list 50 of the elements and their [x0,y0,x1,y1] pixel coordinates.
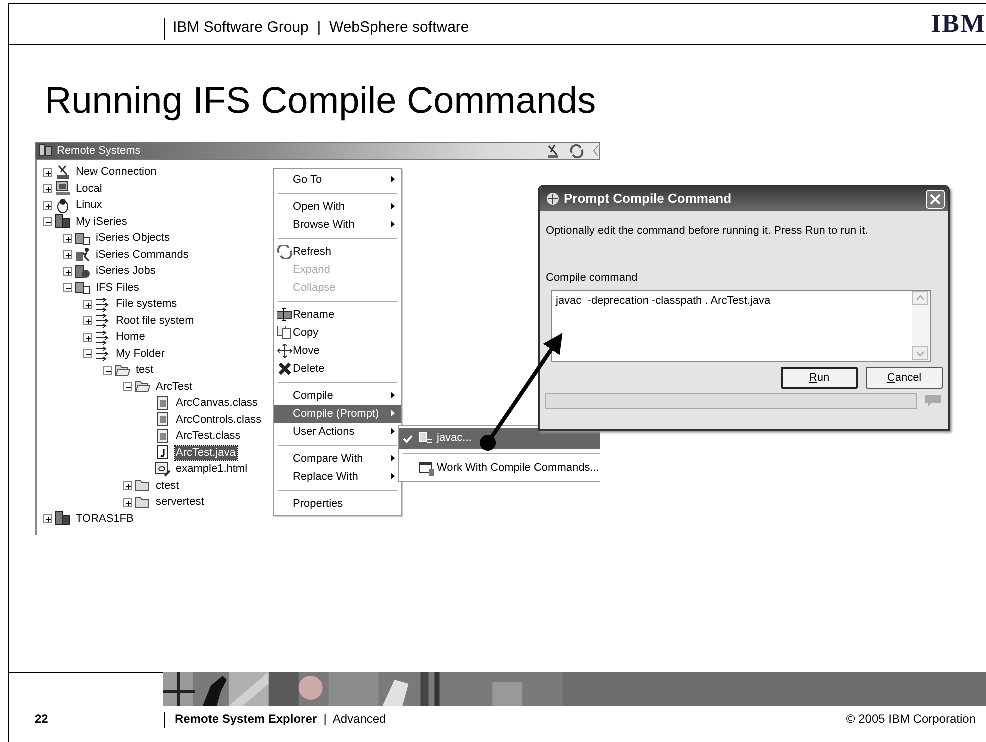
dialog-button[interactable]: Run [781,367,858,389]
field-label: Compile command [546,270,639,286]
submenu-item[interactable]: javac... [399,428,600,449]
menu-item[interactable]: Properties [274,495,401,513]
tree-item[interactable]: My iSeries [75,214,128,229]
tree-item[interactable]: ArcControls.class [175,412,263,427]
menu-item[interactable]: Rename [274,306,401,324]
tree-item[interactable]: iSeries Jobs [95,264,157,278]
tree-item[interactable]: test [135,363,155,378]
tree-item[interactable]: Local [75,182,104,196]
tree-item[interactable]: ArcTest.java [175,446,237,460]
tree-item[interactable]: Root file system [115,314,196,328]
tree-item[interactable]: Home [115,330,146,344]
tree-item[interactable]: servertest [155,495,206,510]
panel-title: Remote Systems [57,144,141,159]
menu-item[interactable]: Go To [274,171,401,189]
copyright: © 2005 IBM Corporation [846,711,976,728]
dialog-message: Optionally edit the command before running it. Press Run to run it. [546,224,870,239]
header-text: IBM Software Group | WebSphere software [173,18,470,38]
menu-item[interactable]: Compile (Prompt) [274,405,401,423]
menu-item[interactable]: Compile [274,387,401,405]
tree-item[interactable]: New Connection [75,165,158,180]
ibm-logo: IBM [931,11,986,40]
tree-item[interactable]: example1.html [175,462,249,476]
tree-item[interactable]: ArcTest.class [175,429,242,444]
tree-item[interactable]: ArcTest [155,380,194,394]
menu-item[interactable]: Open With [274,198,401,216]
menu-item[interactable]: Move [274,342,401,360]
menu-item[interactable]: Replace With [274,468,401,486]
menu-item[interactable]: Browse With [274,216,401,234]
submenu-item[interactable]: Work With Compile Commands... [399,458,600,479]
tree-item[interactable]: iSeries Objects [95,231,171,246]
tree-item[interactable]: Linux [75,198,104,212]
tree-item[interactable]: IFS Files [95,280,140,295]
menu-item[interactable]: User Actions [274,423,401,441]
tree-item[interactable]: iSeries Commands [95,248,190,262]
tree-item[interactable]: TORAS1FB [75,512,135,526]
slide-title: Running IFS Compile Commands [45,81,598,121]
menu-item[interactable]: Delete [274,360,401,378]
page-number: 22 [35,711,50,728]
menu-item[interactable]: Copy [274,324,401,342]
tree-item[interactable]: File systems [115,297,178,312]
tree-item[interactable]: ArcCanvas.class [175,396,259,410]
dialog-button[interactable]: Cancel [866,367,943,389]
menu-item[interactable]: Refresh [274,243,401,261]
tree-item[interactable]: My Folder [115,346,166,361]
menu-item[interactable]: Compare With [274,450,401,468]
dialog-title: Prompt Compile Command [564,190,732,208]
tree-item[interactable]: ctest [155,478,180,493]
footer-text: Remote System Explorer | Advanced [175,711,386,728]
